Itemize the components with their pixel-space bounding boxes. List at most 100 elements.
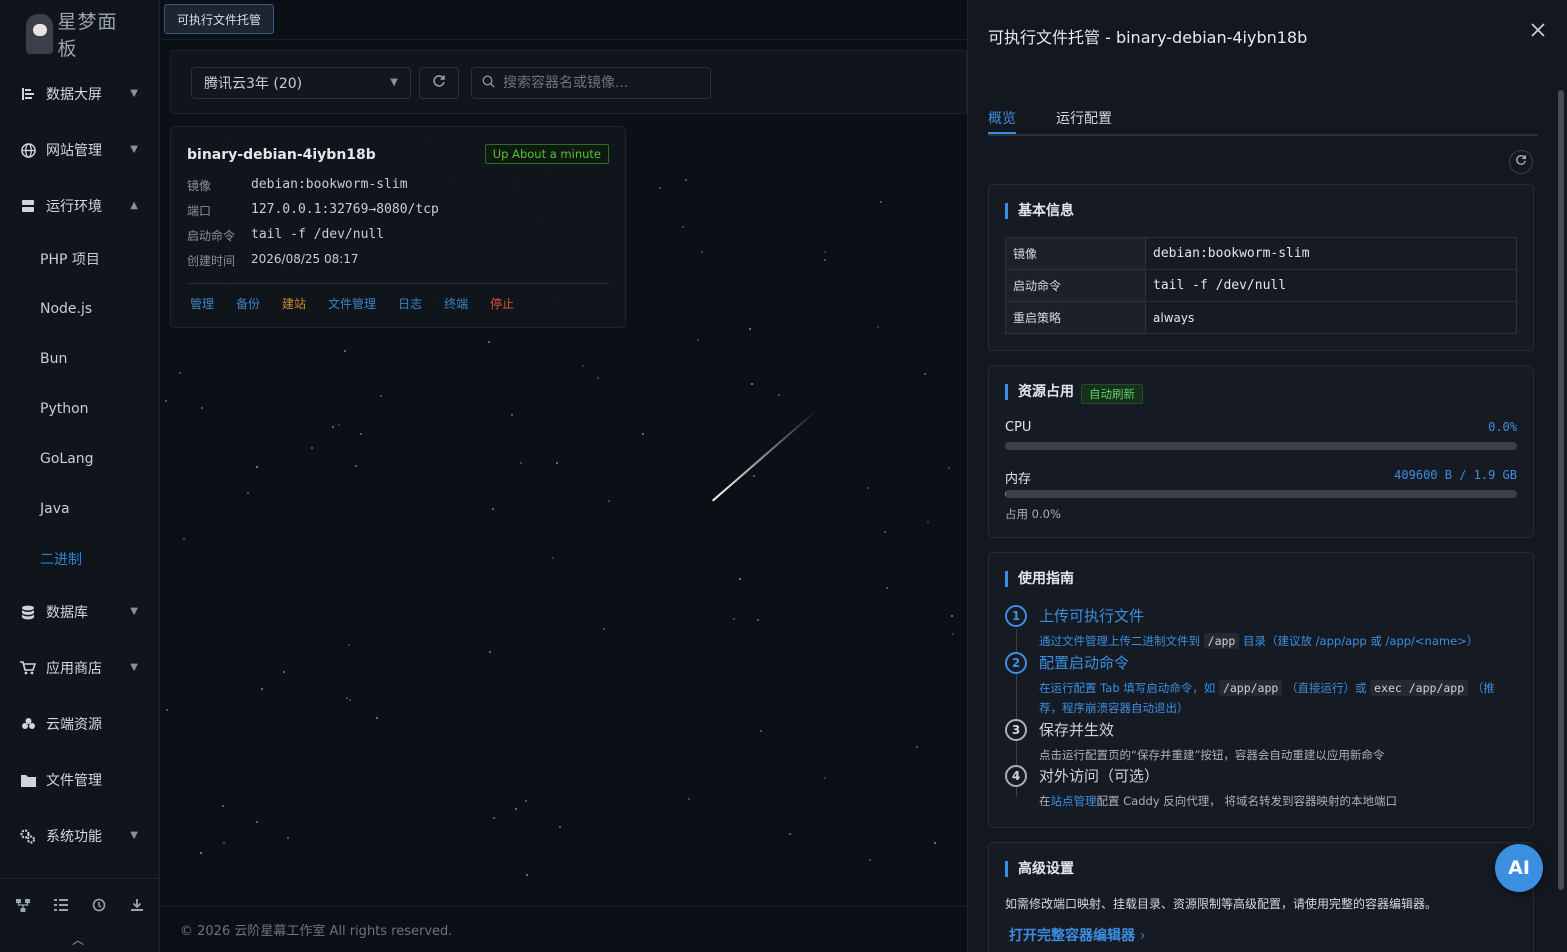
sidebar-subitem-python[interactable]: Python: [0, 384, 160, 434]
toolbar: 腾讯云3年 (20) ▼: [170, 50, 967, 114]
tab-run-config[interactable]: 运行配置: [1056, 108, 1112, 128]
stop-link[interactable]: 停止: [490, 295, 514, 312]
star-dot: [751, 383, 753, 385]
sidebar-subitem-golang[interactable]: GoLang: [0, 434, 160, 484]
sidebar-subitem-nodejs[interactable]: Node.js: [0, 284, 160, 334]
star-dot: [489, 651, 491, 653]
step-description: 在站点管理配置 Caddy 反向代理， 将域名转发到容器映射的本地端口: [1039, 794, 1397, 808]
chevron-right-icon: ›: [1139, 928, 1146, 944]
section-title: 基本信息: [1005, 203, 1074, 219]
star-dot: [515, 808, 517, 810]
sidebar-subitem-php[interactable]: PHP 项目: [0, 234, 160, 284]
sidebar-item-label: 网站管理: [46, 143, 102, 159]
copyright: © 2026 云阶星幕工作室 All rights reserved.: [160, 906, 967, 952]
backup-link[interactable]: 备份: [236, 295, 260, 312]
star-dot: [642, 433, 644, 435]
globe-icon: [20, 142, 36, 158]
table-key: 镜像: [1005, 237, 1146, 270]
logs-link[interactable]: 日志: [398, 295, 422, 312]
sidebar-item-websites[interactable]: 网站管理 ▼: [0, 122, 160, 178]
tab-binary-hosting[interactable]: 可执行文件托管: [164, 4, 275, 34]
detail-drawer: 可执行文件托管 - binary-debian-4iybn18b 概览 运行配置…: [967, 0, 1567, 952]
logo-text: 星梦面板: [57, 11, 118, 60]
container-card: binary-debian-4iybn18b Up About a minute…: [170, 126, 626, 328]
star-dot: [256, 466, 258, 468]
chart-icon: [20, 86, 36, 102]
star-dot: [559, 826, 561, 828]
drawer-scrollbar[interactable]: [1558, 90, 1564, 890]
sidebar-item-system[interactable]: 系统功能 ▼: [0, 808, 160, 864]
star-dot: [256, 821, 258, 823]
chevron-down-icon: ▼: [130, 830, 138, 841]
sidebar-item-appstore[interactable]: 应用商店 ▼: [0, 640, 160, 696]
resource-section: 资源占用 自动刷新 CPU 0.0% 内存 409600 B / 1.9 GB …: [988, 365, 1534, 538]
sidebar-item-database[interactable]: 数据库 ▼: [0, 584, 160, 640]
tasks-icon[interactable]: [53, 897, 69, 913]
star-dot: [688, 798, 690, 800]
chevron-down-icon: ▼: [390, 77, 398, 88]
refresh-button[interactable]: [419, 67, 459, 99]
sidebar-item-cloud[interactable]: 云端资源: [0, 696, 160, 752]
star-dot: [749, 328, 751, 330]
tab-overview[interactable]: 概览: [988, 108, 1016, 128]
star-dot: [778, 394, 780, 396]
star-dot: [927, 521, 929, 523]
star-dot: [360, 433, 362, 435]
server-select[interactable]: 腾讯云3年 (20) ▼: [191, 67, 411, 99]
star-dot: [183, 538, 185, 540]
card-row-command: 启动命令 tail -f /dev/null: [187, 227, 384, 244]
sidebar-item-dashboard[interactable]: 数据大屏 ▼: [0, 66, 160, 122]
star-dot: [166, 709, 168, 711]
table-value: debian:bookworm-slim: [1145, 237, 1517, 270]
close-button[interactable]: [1528, 22, 1548, 42]
search-input[interactable]: [503, 75, 703, 91]
chevron-down-icon: ▼: [130, 144, 138, 155]
star-dot: [886, 587, 888, 589]
sitemap-icon[interactable]: [15, 897, 31, 913]
section-title: 资源占用: [1005, 384, 1074, 400]
manage-link[interactable]: 管理: [190, 295, 214, 312]
star-dot: [488, 341, 490, 343]
terminal-link[interactable]: 终端: [444, 295, 468, 312]
sidebar-item-label: 文件管理: [46, 773, 102, 789]
star-dot: [701, 251, 703, 253]
row-key: 端口: [187, 204, 212, 218]
chevron-down-icon: ▼: [130, 662, 138, 673]
memory-value: 409600 B / 1.9 GB: [1394, 468, 1517, 482]
star-dot: [346, 697, 348, 699]
create-site-link[interactable]: 建站: [282, 295, 306, 312]
step-number: 3: [1005, 719, 1027, 741]
download-icon[interactable]: [129, 897, 145, 913]
file-manager-link[interactable]: 文件管理: [328, 295, 376, 312]
open-editor-link[interactable]: 打开完整容器编辑器 ›: [1009, 925, 1145, 945]
memory-note: 占用 0.0%: [1005, 507, 1061, 521]
sidebar-footer: ︿: [0, 878, 160, 952]
history-icon[interactable]: [91, 897, 107, 913]
step-title: 上传可执行文件: [1039, 607, 1145, 625]
sidebar-item-runtime[interactable]: 运行环境 ▲: [0, 178, 160, 234]
star-dot: [824, 777, 826, 779]
step-number: 1: [1005, 605, 1027, 627]
star-dot: [493, 817, 495, 819]
star-dot: [165, 400, 167, 402]
ai-assistant-button[interactable]: AI: [1495, 844, 1543, 892]
star-dot: [877, 326, 879, 328]
sidebar-subitem-binary[interactable]: 二进制: [0, 534, 160, 584]
star-dot: [247, 492, 249, 494]
table-key: 启动命令: [1005, 269, 1146, 302]
sidebar-item-label: 系统功能: [46, 829, 102, 845]
section-title: 使用指南: [1005, 571, 1074, 587]
sidebar-item-files[interactable]: 文件管理: [0, 752, 160, 808]
star-dot: [948, 467, 950, 469]
card-row-image: 镜像 debian:bookworm-slim: [187, 177, 408, 194]
app-window: 星梦面板 数据大屏 ▼ 网站管理 ▼ 运行环境 ▲ PHP 项目 Node.js…: [0, 0, 1567, 952]
site-management-link[interactable]: 站点管理: [1051, 794, 1097, 808]
sidebar-subitem-java[interactable]: Java: [0, 484, 160, 534]
sidebar-subitem-bun[interactable]: Bun: [0, 334, 160, 384]
step-number: 2: [1005, 652, 1027, 674]
collapse-sidebar-icon[interactable]: ︿: [72, 931, 84, 948]
row-value: debian:bookworm-slim: [251, 177, 408, 192]
row-key: 启动命令: [187, 229, 236, 243]
logo[interactable]: 星梦面板: [26, 11, 136, 60]
refresh-button[interactable]: [1509, 150, 1533, 174]
